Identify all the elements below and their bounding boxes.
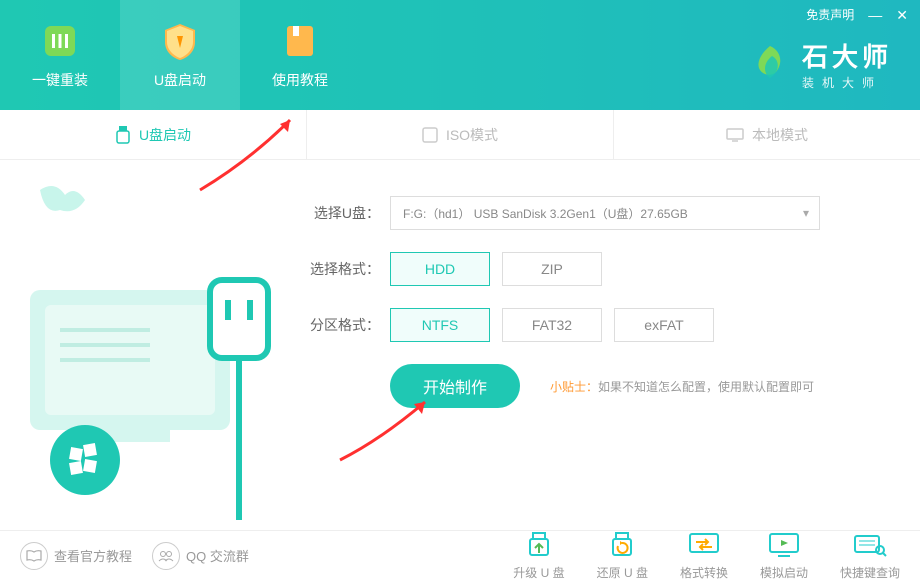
logo-subtitle: 装机大师 [802,74,892,91]
format-label: 选择格式： [300,259,380,279]
logo-icon [750,44,790,84]
minimize-button[interactable]: — [868,8,882,22]
book-icon [279,20,321,62]
tool-label: 还原 U 盘 [597,564,648,581]
disk-value: F:G:（hd1） USB SanDisk 3.2Gen1（U盘）27.65GB [403,205,688,222]
disk-label: 选择U盘： [300,203,380,223]
mode-tabs: U盘启动 ISO模式 本地模式 [0,110,920,160]
logo-title: 石大师 [802,37,892,74]
nav-label: U盘启动 [154,70,206,90]
usb-shield-icon [159,20,201,62]
tool-label: 格式转换 [680,564,728,581]
partition-label: 分区格式： [300,315,380,335]
tab-label: ISO模式 [446,125,498,145]
format-option-zip[interactable]: ZIP [502,252,602,286]
tip-text: 小贴士：如果不知道怎么配置，使用默认配置即可 [550,378,814,395]
book-open-icon [20,542,48,570]
disclaimer-link[interactable]: 免责声明 [806,6,854,23]
iso-icon [422,127,438,143]
qq-label: QQ 交流群 [186,546,249,565]
reinstall-icon [39,20,81,62]
monitor-icon [726,128,744,142]
people-icon [152,542,180,570]
tool-restore-usb[interactable]: 还原 U 盘 [597,530,648,581]
header: 免责声明 — ✕ 一键重装 U盘启动 使用教程 石大师 装机大师 [0,0,920,110]
tip-label: 小贴士： [550,380,598,394]
bottom-bar: 查看官方教程 QQ 交流群 升级 U 盘 还原 U 盘 格式转换 模拟启动 快 [0,530,920,580]
keyboard-search-icon [852,530,888,560]
convert-icon [686,530,722,560]
tutorial-label: 查看官方教程 [54,546,132,565]
tab-iso-mode[interactable]: ISO模式 [307,110,614,159]
nav-label: 一键重装 [32,70,88,90]
illustration [0,160,300,530]
close-button[interactable]: ✕ [896,8,908,22]
tab-usb-boot[interactable]: U盘启动 [0,110,307,159]
usb-icon [115,126,131,144]
nav-reinstall[interactable]: 一键重装 [0,0,120,110]
start-button[interactable]: 开始制作 [390,364,520,408]
usb-restore-icon [604,530,640,560]
tutorial-link[interactable]: 查看官方教程 [20,542,132,570]
play-monitor-icon [766,530,802,560]
tool-simulate-boot[interactable]: 模拟启动 [760,530,808,581]
partition-option-exfat[interactable]: exFAT [614,308,714,342]
nav-label: 使用教程 [272,70,328,90]
format-option-hdd[interactable]: HDD [390,252,490,286]
tool-label: 快捷键查询 [840,564,900,581]
tool-upgrade-usb[interactable]: 升级 U 盘 [513,530,564,581]
qq-group-link[interactable]: QQ 交流群 [152,542,249,570]
nav-tutorial[interactable]: 使用教程 [240,0,360,110]
tab-label: 本地模式 [752,125,808,145]
tool-label: 升级 U 盘 [513,564,564,581]
chevron-down-icon: ▾ [803,206,809,220]
tool-format-convert[interactable]: 格式转换 [680,530,728,581]
partition-option-fat32[interactable]: FAT32 [502,308,602,342]
disk-select[interactable]: F:G:（hd1） USB SanDisk 3.2Gen1（U盘）27.65GB… [390,196,820,230]
partition-option-ntfs[interactable]: NTFS [390,308,490,342]
tool-label: 模拟启动 [760,564,808,581]
tab-label: U盘启动 [139,125,191,145]
nav-usb-boot[interactable]: U盘启动 [120,0,240,110]
tab-local-mode[interactable]: 本地模式 [614,110,920,159]
tool-hotkey-lookup[interactable]: 快捷键查询 [840,530,900,581]
usb-up-icon [521,530,557,560]
